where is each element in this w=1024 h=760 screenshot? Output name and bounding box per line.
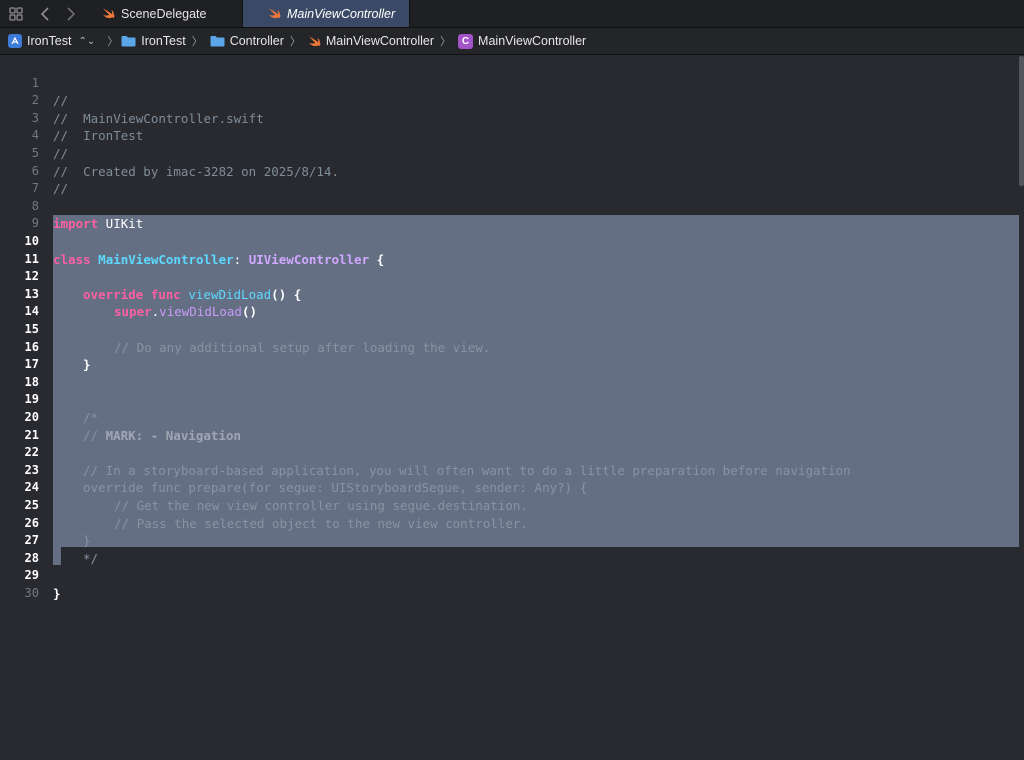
breadcrumb-separator-icon: 〉 (107, 36, 119, 48)
tab-scene-delegate[interactable]: SceneDelegate (82, 0, 243, 27)
breadcrumb-label: IronTest (141, 34, 186, 48)
breadcrumb-separator-icon: 〉 (289, 36, 301, 48)
tab-label: SceneDelegate (121, 6, 207, 21)
breadcrumb-label: MainViewController (325, 34, 435, 48)
breadcrumb-separator-icon: 〉 (440, 36, 452, 48)
folder-icon (210, 35, 225, 47)
breadcrumb-symbol[interactable]: C MainViewController (458, 33, 587, 49)
back-chevron-icon[interactable] (32, 0, 58, 27)
breadcrumb-label: IronTest (27, 34, 72, 48)
breadcrumb-folder-controller[interactable]: Controller (210, 34, 284, 48)
forward-chevron-icon[interactable] (58, 0, 84, 27)
class-symbol-icon: C (458, 33, 474, 49)
text-selection-highlight (53, 215, 1019, 547)
breadcrumb: IronTest ⌃⌄ 〉 IronTest 〉 Controller 〉 Ma… (0, 28, 1024, 55)
breadcrumb-file[interactable]: MainViewController (308, 34, 434, 48)
xcode-project-icon (8, 34, 22, 48)
swift-file-icon (102, 7, 115, 20)
scheme-updown-icon: ⌃⌄ (78, 35, 96, 47)
related-items-grid-icon[interactable] (0, 0, 32, 27)
breadcrumb-label: MainViewController (478, 34, 587, 48)
breadcrumb-project[interactable]: IronTest ⌃⌄ (8, 34, 95, 48)
editor-scrollbar[interactable] (1019, 56, 1024, 186)
tab-bar: SceneDelegate MainViewController (0, 0, 1024, 28)
breadcrumb-label: Controller (229, 34, 284, 48)
breadcrumb-folder-irontest[interactable]: IronTest (121, 34, 186, 48)
folder-icon (121, 35, 136, 47)
tab-label: MainViewController (287, 6, 396, 21)
text-selection-tail (53, 547, 61, 565)
swift-file-icon (268, 7, 281, 20)
tab-main-view-controller[interactable]: MainViewController (243, 0, 410, 27)
breadcrumb-separator-icon: 〉 (191, 36, 203, 48)
swift-file-icon (308, 35, 321, 48)
